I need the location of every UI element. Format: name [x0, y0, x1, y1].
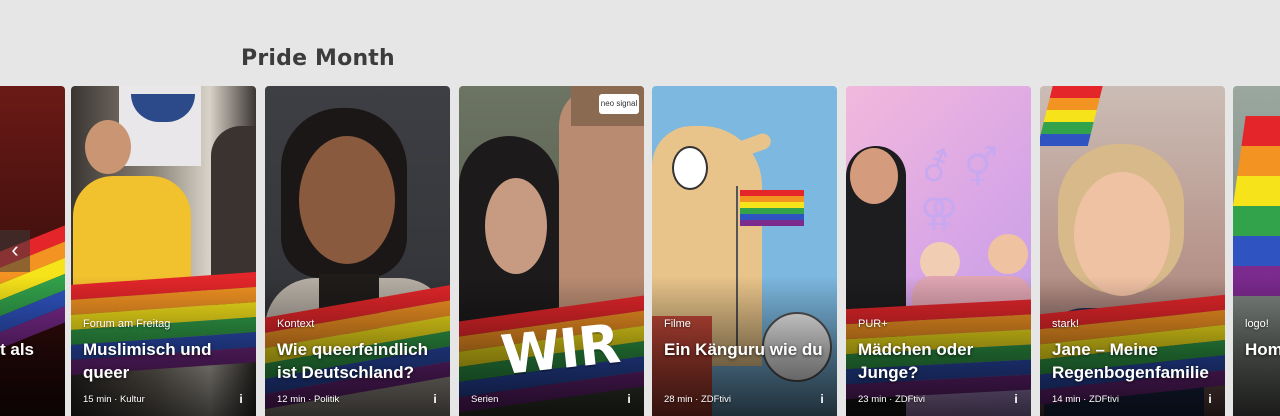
card-title: t als	[0, 340, 35, 359]
card-title: Mädchen oder Junge?	[858, 340, 974, 382]
card-title: Hom	[1245, 340, 1280, 359]
card-title: Wie queerfeindlich ist Deutschland?	[277, 340, 428, 382]
teaser-card[interactable]: ⚦ ⚥ ⚢ PUR+ Mädchen oder Junge? 23 min · …	[846, 86, 1031, 416]
neo-signal-logo: neo signal	[599, 94, 639, 114]
teaser-card[interactable]: Forum am Freitag Muslimisch und queer 15…	[71, 86, 256, 416]
chevron-left-icon: ‹	[11, 237, 19, 262]
card-eyebrow: Forum am Freitag	[83, 318, 171, 330]
teaser-card[interactable]: Kontext Wie queerfeindlich ist Deutschla…	[265, 86, 450, 416]
card-meta: 23 min · ZDFtivi	[858, 394, 926, 405]
info-icon[interactable]: i	[817, 392, 827, 406]
card-meta: Serien	[471, 394, 499, 405]
title-logo: WIR	[498, 311, 623, 388]
teaser-card[interactable]: Filme Ein Känguru wie du 28 min · ZDFtiv…	[652, 86, 837, 416]
teaser-card[interactable]: stark! Jane – Meine Regenbogenfamilie 14…	[1040, 86, 1225, 416]
info-icon[interactable]: i	[236, 392, 246, 406]
info-icon[interactable]: i	[1205, 392, 1215, 406]
card-eyebrow: Kontext	[277, 318, 315, 330]
gender-symbols: ⚦ ⚥ ⚢	[920, 146, 999, 234]
content-rail[interactable]: t als ‹ Forum am Freitag Muslimisch und …	[0, 86, 1280, 416]
info-icon[interactable]: i	[1011, 392, 1021, 406]
info-icon[interactable]: i	[430, 392, 440, 406]
card-title: Jane – Meine Regenbogenfamilie	[1052, 340, 1209, 382]
card-meta: 14 min · ZDFtivi	[1052, 394, 1120, 405]
card-eyebrow: logo!	[1245, 318, 1269, 330]
teaser-card[interactable]: neo signal WIR Serien i	[459, 86, 644, 416]
previous-button[interactable]: ‹	[0, 230, 30, 272]
card-title: Ein Känguru wie du	[664, 340, 823, 359]
card-meta: 28 min · ZDFtivi	[664, 394, 732, 405]
card-meta: 12 min · Politik	[277, 394, 340, 405]
card-eyebrow: stark!	[1052, 318, 1079, 330]
card-title: Muslimisch und queer	[83, 340, 212, 382]
card-eyebrow: Filme	[664, 318, 691, 330]
info-icon[interactable]: i	[624, 392, 634, 406]
card-meta: 15 min · Kultur	[83, 394, 145, 405]
card-eyebrow: PUR+	[858, 318, 888, 330]
teaser-card[interactable]: logo! Hom	[1233, 86, 1280, 416]
section-title: Pride Month	[241, 46, 395, 71]
